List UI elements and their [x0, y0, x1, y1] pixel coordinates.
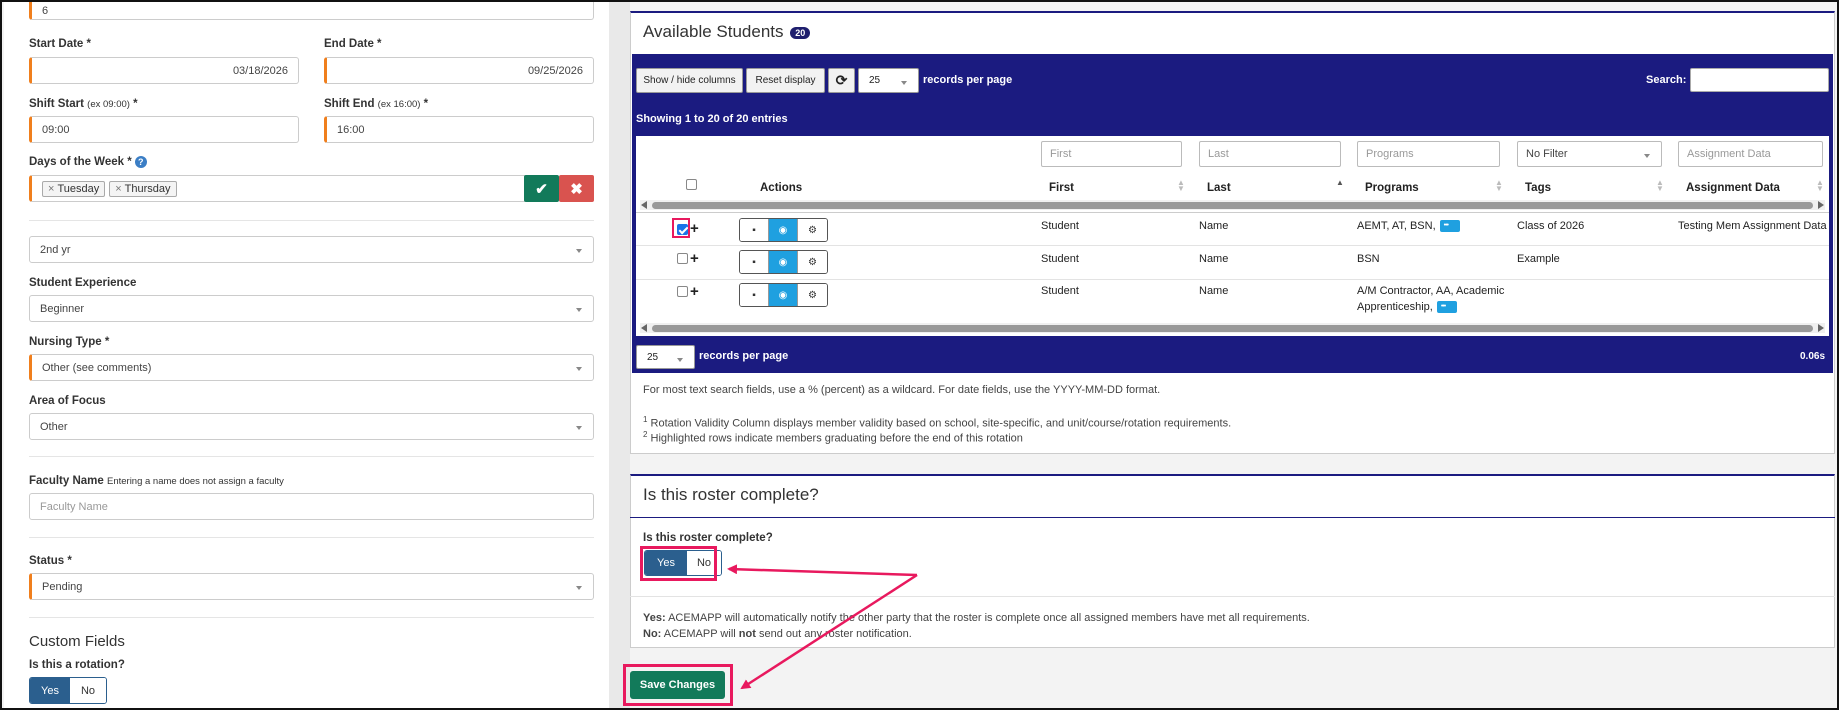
arrow-to-roster-toggle: [727, 564, 918, 577]
arrow-to-save-button: [740, 573, 918, 690]
annotation-arrows: [727, 564, 918, 690]
screenshot-frame: 6 Start Date * 03/18/2026 End Date * 09/…: [0, 0, 1839, 710]
